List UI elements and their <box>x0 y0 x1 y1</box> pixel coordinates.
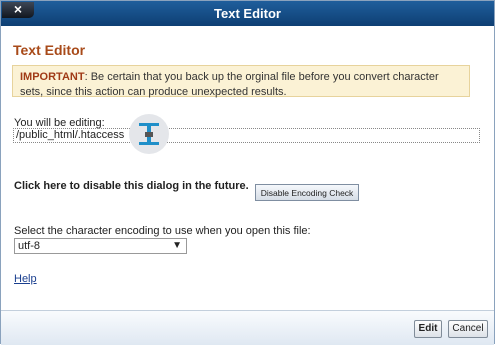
help-link[interactable]: Help <box>14 273 37 285</box>
text-cursor-icon <box>139 123 159 145</box>
edit-button[interactable]: Edit <box>414 320 442 338</box>
warning-box: IMPORTANT: Be certain that you back up t… <box>12 65 470 98</box>
dialog-title: Text Editor <box>214 6 281 21</box>
dropdown-arrow-icon: ▼ <box>172 240 182 251</box>
dialog-titlebar: × Text Editor <box>1 1 494 26</box>
encoding-selected-value: utf-8 <box>18 240 41 252</box>
text-editor-dialog: × Text Editor Text Editor IMPORTANT: Be … <box>0 0 495 345</box>
page-title: Text Editor <box>13 42 86 58</box>
encoding-label: Select the character encoding to use whe… <box>14 225 311 237</box>
disable-encoding-check-button[interactable]: Disable Encoding Check <box>255 184 359 201</box>
encoding-select[interactable]: utf-8 ▼ <box>14 238 187 254</box>
text-cursor-drag-handle[interactable] <box>129 114 169 154</box>
cancel-button[interactable]: Cancel <box>448 320 488 338</box>
dialog-footer: Edit Cancel <box>1 310 494 345</box>
disable-dialog-text: Click here to disable this dialog in the… <box>14 180 249 192</box>
warning-important-label: IMPORTANT <box>20 71 85 83</box>
file-path-display: /public_html/.htaccess <box>13 128 480 143</box>
